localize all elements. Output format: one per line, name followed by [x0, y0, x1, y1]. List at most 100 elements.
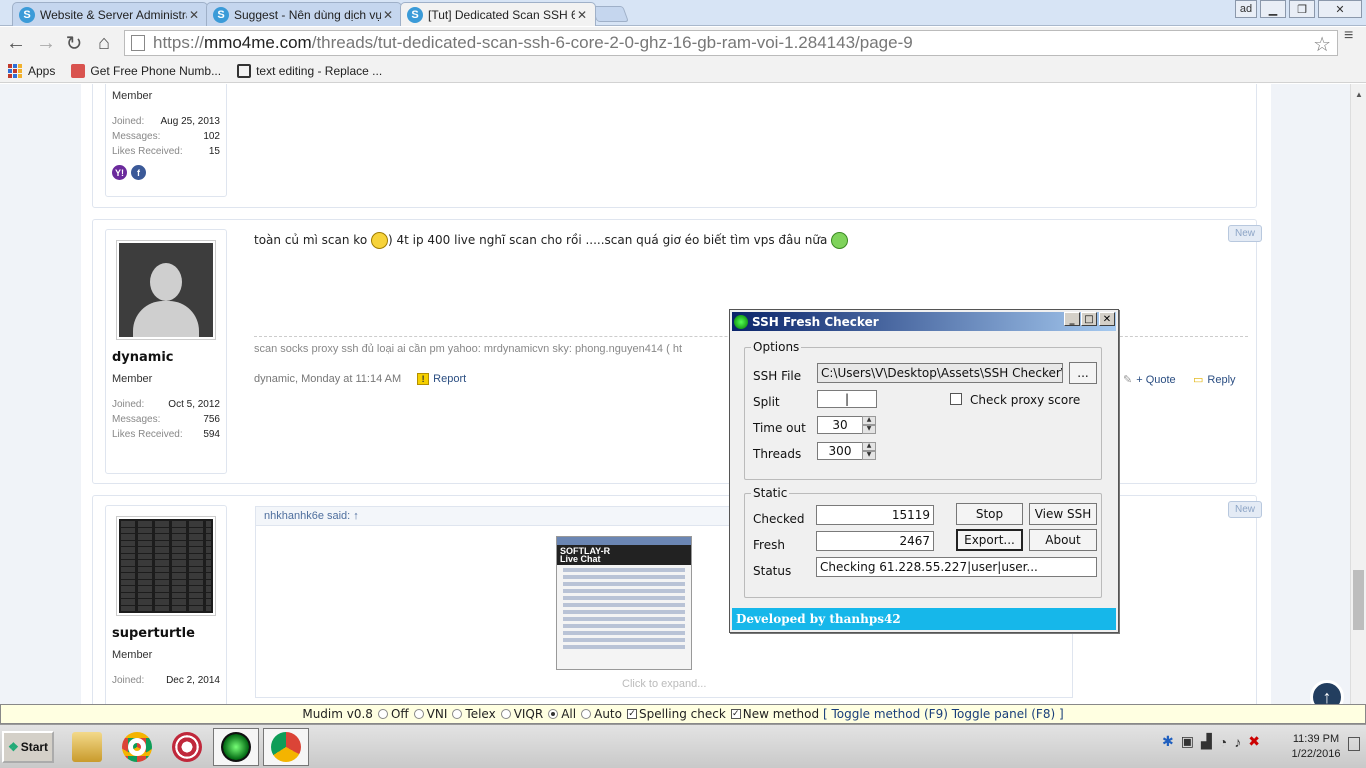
clock[interactable]: 11:39 PM 1/22/2016	[1284, 732, 1348, 762]
close-tab-icon[interactable]: ✕	[381, 8, 395, 22]
address-bar[interactable]: https://mmo4me.com/threads/tut-dedicated…	[124, 30, 1338, 56]
home-icon[interactable]: ⌂	[92, 31, 116, 55]
split-field[interactable]: |	[817, 390, 877, 408]
ssh-file-path-field[interactable]: C:\Users\V\Desktop\Assets\SSH Checker\Un…	[817, 363, 1063, 383]
close-window-icon[interactable]: ✕	[1318, 0, 1362, 18]
minimize-icon[interactable]: ▁	[1260, 0, 1286, 18]
click-to-expand[interactable]: Click to expand...	[622, 678, 706, 690]
target-icon	[172, 732, 202, 762]
target-app-taskbar-button[interactable]	[164, 728, 210, 766]
explorer-taskbar-button[interactable]	[64, 728, 110, 766]
browse-button[interactable]: ...	[1069, 362, 1097, 384]
mode-vni-radio[interactable]	[413, 709, 424, 719]
timeout-spinner[interactable]: ▲ ▼	[862, 416, 876, 434]
stop-button[interactable]: Stop	[956, 503, 1023, 525]
window-titlebar[interactable]: SSH Fresh Checker	[732, 312, 1116, 331]
reply-link[interactable]: ▭ Reply	[1193, 373, 1236, 387]
url-path: /threads/tut-dedicated-scan-ssh-6-core-2…	[311, 33, 913, 52]
restore-icon[interactable]: ❐	[1289, 0, 1315, 18]
close-icon[interactable]: ✕	[1099, 312, 1115, 326]
chrome-taskbar-button[interactable]	[114, 728, 160, 766]
volume-icon[interactable]: ♪	[1234, 734, 1241, 750]
spin-up-icon[interactable]: ▲	[862, 442, 876, 451]
mode-telex-radio[interactable]	[452, 709, 463, 719]
username[interactable]: dynamic	[112, 350, 226, 365]
embedded-screenshot[interactable]: SOFTLAY-R Live Chat	[556, 536, 692, 670]
quote-link[interactable]: ✎ + Quote	[1123, 373, 1176, 387]
chrome-menu-icon[interactable]: ≡	[1344, 28, 1358, 44]
spin-down-icon[interactable]: ▼	[862, 425, 876, 434]
windows-logo-icon: ❖	[7, 740, 19, 754]
show-desktop-icon[interactable]	[1348, 737, 1360, 751]
mode-viqr-radio[interactable]	[500, 709, 511, 719]
new-tab-button[interactable]	[591, 6, 629, 22]
scroll-up-icon[interactable]: ▲	[1355, 90, 1363, 99]
profile-button[interactable]: ad	[1235, 0, 1257, 18]
mode-label: All	[561, 707, 577, 721]
minimize-icon[interactable]: _	[1064, 312, 1080, 326]
export-button[interactable]: Export...	[956, 529, 1023, 551]
view-ssh-button[interactable]: View SSH	[1029, 503, 1097, 525]
mode-off-radio[interactable]	[377, 709, 388, 719]
spin-up-icon[interactable]: ▲	[862, 416, 876, 425]
mode-label: VNI	[426, 707, 448, 721]
bookmark-phone-number[interactable]: Get Free Phone Numb...	[71, 63, 222, 78]
chrome-profile-taskbar-button[interactable]	[263, 728, 309, 766]
post-author-date[interactable]: dynamic, Monday at 11:14 AM	[254, 373, 401, 385]
stat-key: Joined:	[112, 675, 145, 686]
mode-all-radio[interactable]	[548, 709, 559, 719]
bookmark-apps[interactable]: Apps	[8, 63, 55, 78]
avatar[interactable]	[116, 240, 216, 340]
usb-icon[interactable]: ▣	[1181, 733, 1194, 750]
ssh-checker-taskbar-button[interactable]	[213, 728, 259, 766]
maximize-icon[interactable]: □	[1081, 312, 1097, 326]
mode-auto-radio[interactable]	[581, 709, 592, 719]
bookmark-label: Get Free Phone Numb...	[90, 63, 222, 78]
browser-tab-2[interactable]: S Suggest - Nên dùng dịch vụ e ✕	[206, 2, 402, 26]
page-scrollbar[interactable]: ▲ ▼	[1350, 84, 1366, 720]
reply-icon: ▭	[1193, 374, 1204, 386]
bookmark-text-editing[interactable]: text editing - Replace ...	[237, 63, 382, 78]
check-proxy-score-checkbox[interactable]	[950, 393, 962, 405]
spelling-check-checkbox[interactable]: ✓	[626, 709, 637, 719]
checkbox-label: New method	[742, 707, 820, 721]
start-button[interactable]: ❖ Start	[2, 731, 54, 763]
spin-down-icon[interactable]: ▼	[862, 451, 876, 460]
network-icon[interactable]: ▟	[1201, 733, 1212, 750]
browser-tab-1[interactable]: S Website & Server Administrat ✕	[12, 2, 208, 26]
report-link[interactable]: Report	[433, 373, 466, 385]
start-label: Start	[20, 740, 49, 754]
threads-spinner[interactable]: ▲ ▼	[862, 442, 876, 460]
back-arrow-icon[interactable]: ←	[4, 31, 28, 55]
quote-jump-arrow-icon[interactable]: ↑	[353, 510, 359, 522]
timeout-label: Time out	[753, 421, 806, 435]
wifi-icon[interactable]: ◔	[1219, 734, 1227, 750]
username[interactable]: superturtle	[112, 626, 226, 641]
browser-tab-3-active[interactable]: S [Tut] Dedicated Scan SSH 6 C ✕	[400, 2, 596, 26]
reload-icon[interactable]: ↻	[62, 31, 86, 55]
grin-smiley-icon	[831, 232, 849, 249]
toggle-method-link[interactable]: [ Toggle method (F9)	[823, 707, 948, 721]
close-tab-icon[interactable]: ✕	[187, 8, 201, 22]
facebook-icon[interactable]: f	[131, 165, 146, 180]
close-tab-icon[interactable]: ✕	[575, 8, 589, 22]
clock-date: 1/22/2016	[1291, 748, 1341, 760]
developer-footer: Developed by thanhps42	[732, 608, 1116, 630]
bluetooth-icon[interactable]: ✱	[1162, 733, 1174, 750]
avatar[interactable]	[116, 516, 216, 616]
checkbox-label: Spelling check	[638, 707, 726, 721]
forward-arrow-icon[interactable]: →	[34, 31, 58, 55]
stat-value: Oct 5, 2012	[168, 399, 220, 410]
new-method-checkbox[interactable]: ✓	[730, 709, 741, 719]
about-button[interactable]: About	[1029, 529, 1097, 551]
toggle-panel-link[interactable]: Toggle panel (F8) ]	[952, 707, 1064, 721]
scrollbar-thumb[interactable]	[1353, 570, 1364, 630]
window-controls: ad ▁ ❐ ✕	[1235, 0, 1362, 18]
user-stats: Joined: Dec 2, 2014	[112, 675, 220, 686]
battery-warning-icon[interactable]: ✖	[1248, 733, 1260, 750]
bookmark-star-icon[interactable]: ☆	[1313, 32, 1331, 57]
threads-field[interactable]: 300	[817, 442, 863, 460]
embedded-subtitle: Live Chat	[560, 554, 601, 564]
yahoo-icon[interactable]: Y!	[112, 165, 127, 180]
timeout-field[interactable]: 30	[817, 416, 863, 434]
